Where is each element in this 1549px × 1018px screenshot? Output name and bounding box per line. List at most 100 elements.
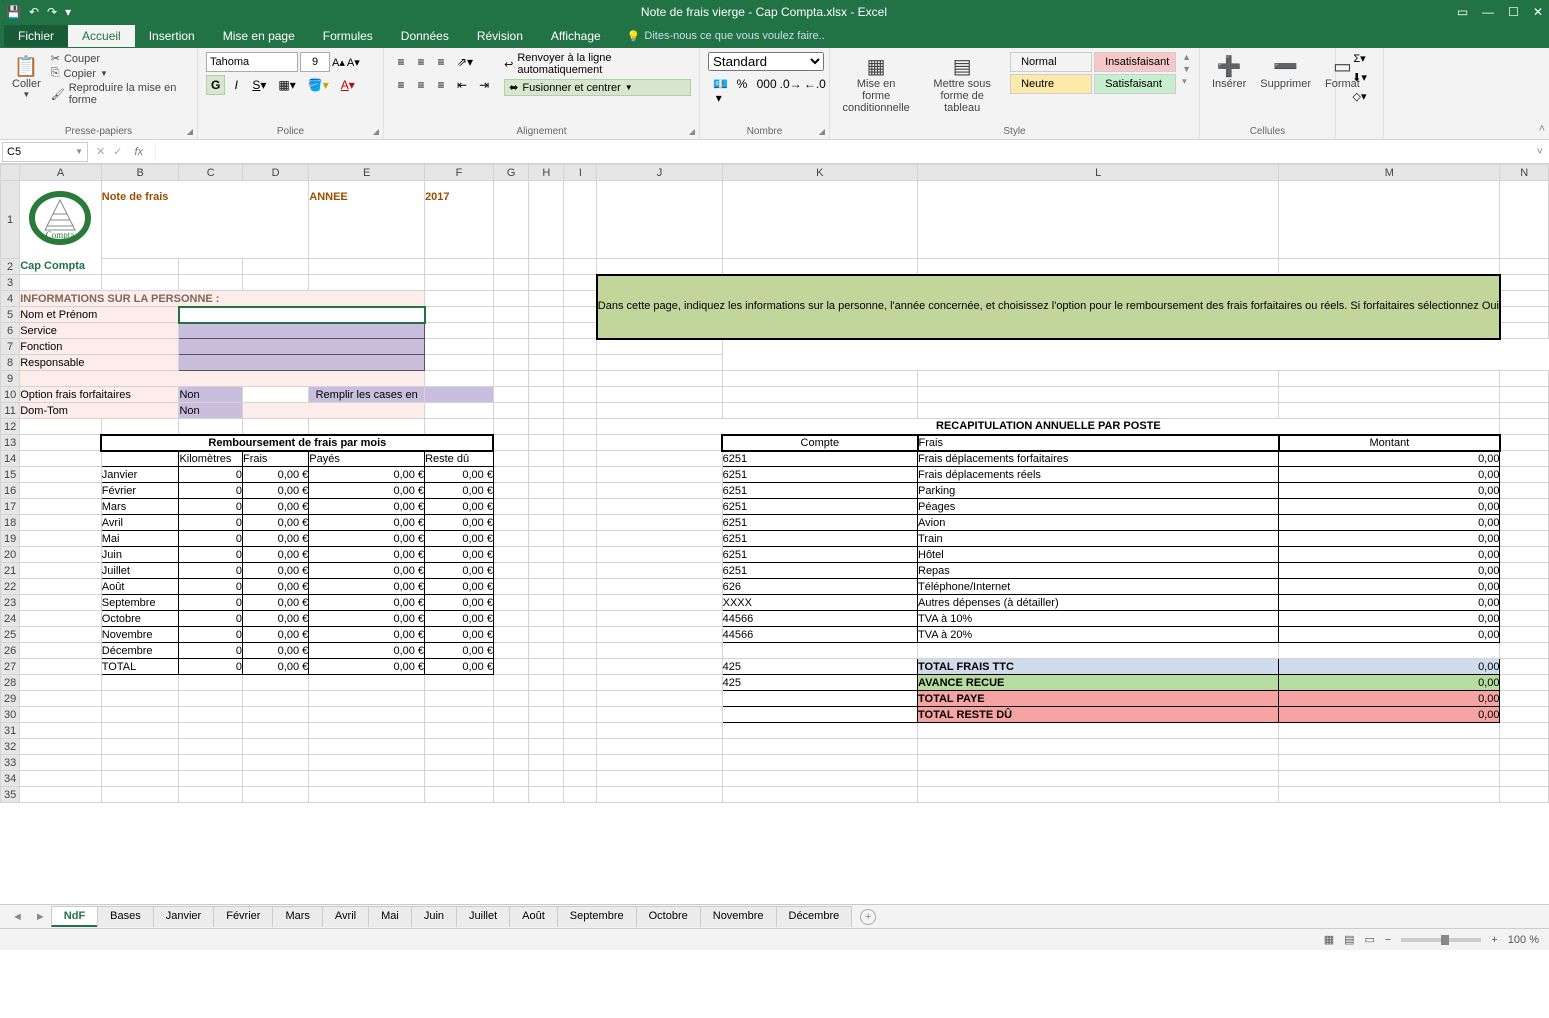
cell[interactable] [425,691,494,707]
cell[interactable] [425,323,494,339]
fx-icon[interactable]: fx [130,146,147,158]
cell[interactable] [1279,723,1500,739]
cell[interactable] [529,723,564,739]
cell[interactable] [101,419,179,435]
row-header[interactable]: 7 [1,339,20,355]
cell[interactable] [597,787,722,803]
cell[interactable] [564,499,597,515]
col-header[interactable]: M [1279,165,1500,181]
cell[interactable] [425,675,494,691]
cell[interactable] [597,707,722,723]
cell[interactable] [493,467,528,483]
cell[interactable] [493,771,528,787]
cell[interactable] [1500,707,1549,723]
row-header[interactable]: 23 [1,595,20,611]
row-header[interactable]: 32 [1,739,20,755]
zoom-in-icon[interactable]: + [1491,934,1497,946]
cell[interactable] [918,259,1279,275]
cell[interactable] [597,579,722,595]
cut-button[interactable]: ✂Couper [51,52,189,65]
cell[interactable] [529,259,564,275]
cell[interactable] [309,707,425,723]
cell[interactable] [493,675,528,691]
cell[interactable] [425,403,494,419]
cell[interactable] [597,691,722,707]
cell[interactable] [1500,755,1549,771]
gallery-more-icon[interactable]: ▾ [1182,76,1191,87]
cell[interactable] [242,275,308,291]
row-header[interactable]: 18 [1,515,20,531]
row-header[interactable]: 19 [1,531,20,547]
tab-formules[interactable]: Formules [309,25,387,47]
cell[interactable] [529,595,564,611]
cell[interactable] [1500,579,1549,595]
underline-button[interactable]: S▾ [247,75,271,95]
cell[interactable] [564,291,597,307]
cell[interactable] [564,723,597,739]
cell[interactable] [493,419,528,435]
gallery-up-icon[interactable]: ▲ [1182,52,1191,62]
cell[interactable] [529,291,564,307]
cell[interactable] [179,723,243,739]
cell[interactable] [564,259,597,275]
cell[interactable] [20,419,102,435]
cell[interactable] [1500,499,1549,515]
row-header[interactable]: 5 [1,307,20,323]
accounting-format-icon[interactable]: 💶▾ [708,74,730,108]
cell[interactable] [1500,691,1549,707]
cell[interactable] [493,723,528,739]
sheet-tab[interactable]: Août [509,906,558,927]
cell[interactable] [529,275,564,291]
cell[interactable] [1279,771,1500,787]
cell[interactable] [597,435,722,451]
select-all-corner[interactable] [1,165,20,181]
minimize-icon[interactable]: — [1482,5,1494,19]
cell[interactable] [493,707,528,723]
cell[interactable] [564,755,597,771]
cell[interactable] [242,771,308,787]
row-header[interactable]: 13 [1,435,20,451]
cell[interactable] [564,483,597,499]
sheet-tab[interactable]: Septembre [557,906,637,927]
cell[interactable] [20,579,102,595]
redo-icon[interactable]: ↷ [47,5,57,19]
cell[interactable] [1279,739,1500,755]
row-header[interactable]: 26 [1,643,20,659]
collapse-ribbon-icon[interactable]: ˄ [1539,123,1545,135]
cell[interactable] [597,515,722,531]
cell[interactable] [179,787,243,803]
cell[interactable] [20,563,102,579]
cell[interactable] [20,499,102,515]
cell[interactable] [564,547,597,563]
row-header[interactable]: 16 [1,483,20,499]
row-header[interactable]: 4 [1,291,20,307]
cell[interactable] [564,307,597,323]
col-header[interactable]: B [101,165,179,181]
zoom-level[interactable]: 100 % [1508,934,1539,946]
cell[interactable] [242,691,308,707]
cell[interactable] [529,707,564,723]
decrease-indent-icon[interactable]: ⇤ [452,75,472,95]
cell[interactable] [179,739,243,755]
cell[interactable] [493,483,528,499]
cell[interactable] [20,691,102,707]
cell[interactable] [529,787,564,803]
sheet-tab[interactable]: NdF [51,906,98,927]
cell[interactable] [1500,595,1549,611]
cell[interactable] [529,371,564,387]
font-launcher-icon[interactable]: ◢ [373,127,379,136]
zoom-out-icon[interactable]: − [1385,934,1391,946]
cell[interactable] [1500,259,1549,275]
cell[interactable] [1500,531,1549,547]
cell[interactable] [564,403,597,419]
cell[interactable] [529,643,564,659]
cell[interactable] [493,755,528,771]
tab-revision[interactable]: Révision [463,25,537,47]
name-box[interactable]: C5▼ [2,142,88,162]
font-color-button[interactable]: A▾ [336,75,360,95]
style-neutral[interactable]: Neutre [1010,74,1092,94]
cell[interactable] [529,611,564,627]
align-top-icon[interactable]: ≡ [392,52,410,72]
cell[interactable] [597,467,722,483]
cell[interactable] [101,451,179,467]
